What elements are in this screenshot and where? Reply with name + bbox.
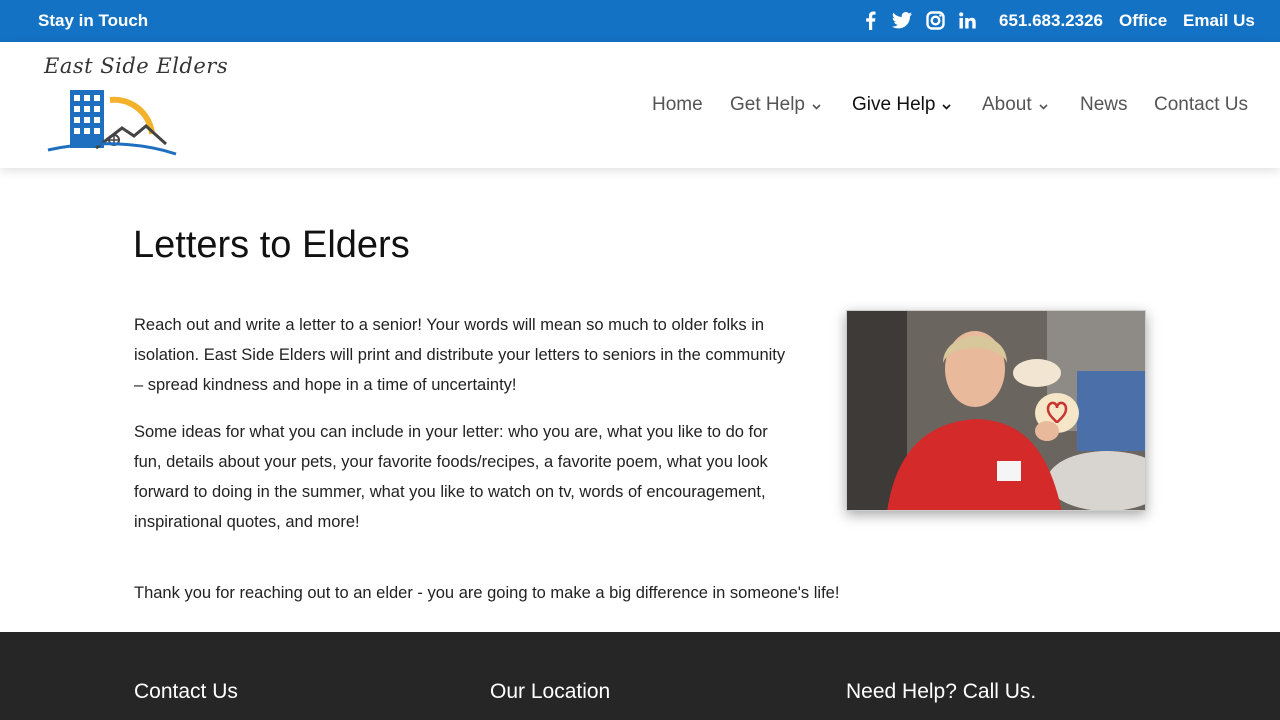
phone-link[interactable]: 651.683.2326 [999, 11, 1103, 31]
site-logo[interactable]: East Side Elders [34, 52, 228, 158]
nav-news-label: News [1080, 94, 1128, 115]
site-footer: Contact Us Our Location Need Help? Call … [0, 632, 1280, 720]
thank-you-paragraph: Thank you for reaching out to an elder -… [134, 584, 840, 602]
footer-location-heading: Our Location [490, 680, 611, 703]
chevron-down-icon [812, 94, 821, 116]
top-bar: Stay in Touch 651.683.2326 Office Email … [0, 0, 1280, 42]
nav-give-help-label: Give Help [852, 94, 936, 115]
office-link[interactable]: Office [1119, 11, 1167, 31]
chevron-down-icon [942, 94, 951, 116]
nav-about-label: About [982, 94, 1032, 115]
nav-give-help[interactable]: Give Help [852, 94, 951, 116]
footer-help-heading: Need Help? Call Us. [846, 680, 1037, 703]
nav-about[interactable]: About [982, 94, 1048, 116]
nav-home[interactable]: Home [652, 94, 703, 116]
facebook-icon[interactable] [859, 9, 881, 31]
twitter-icon[interactable] [891, 9, 913, 31]
footer-contact-heading: Contact Us [134, 680, 238, 703]
volunteer-photo [846, 310, 1146, 511]
site-header: East Side Elders Home Get Help Give Help… [0, 42, 1280, 168]
instagram-icon[interactable] [924, 9, 946, 31]
nav-home-label: Home [652, 94, 703, 115]
logo-graphic [47, 90, 177, 156]
intro-paragraph: Reach out and write a letter to a senior… [134, 316, 786, 394]
email-link[interactable]: Email Us [1183, 11, 1255, 31]
chevron-down-icon [1039, 94, 1048, 116]
nav-contact-us-label: Contact Us [1154, 94, 1248, 115]
ideas-paragraph: Some ideas for what you can include in y… [134, 423, 768, 531]
nav-get-help-label: Get Help [730, 94, 805, 115]
top-bar-tagline: Stay in Touch [38, 11, 149, 30]
linkedin-icon[interactable] [956, 9, 978, 31]
page-title: Letters to Elders [133, 224, 410, 266]
nav-contact-us[interactable]: Contact Us [1154, 94, 1248, 116]
nav-news[interactable]: News [1080, 94, 1128, 116]
nav-get-help[interactable]: Get Help [730, 94, 821, 116]
